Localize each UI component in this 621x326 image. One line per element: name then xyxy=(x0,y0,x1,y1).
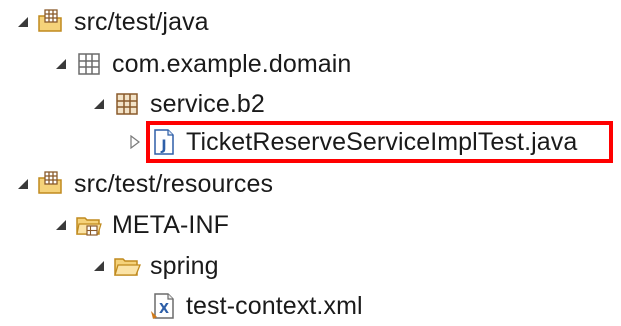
package-icon xyxy=(74,49,104,79)
tree-item-com-example-domain[interactable]: com.example.domain xyxy=(52,44,351,84)
tree-item-label: TicketReserveServiceImplTest.java xyxy=(186,128,578,156)
tree-item-label: src/test/java xyxy=(74,8,209,36)
tree-item-label: test-context.xml xyxy=(186,292,363,320)
package-icon xyxy=(112,89,142,119)
tree-item-label: service.b2 xyxy=(150,90,265,118)
tree-item-label: src/test/resources xyxy=(74,170,274,198)
xml-file-icon: X xyxy=(148,291,178,321)
expanded-arrow-icon[interactable] xyxy=(90,95,108,113)
tree-item-service-b2[interactable]: service.b2 xyxy=(90,84,265,124)
package-folder-icon xyxy=(36,169,66,199)
folder-icon xyxy=(74,210,104,240)
java-file-icon: J xyxy=(148,127,178,157)
folder-open-icon xyxy=(112,251,142,281)
expanded-arrow-icon[interactable] xyxy=(90,257,108,275)
package-folder-icon xyxy=(36,7,66,37)
tree-item-ticket-reserve-service-impl-test[interactable]: J TicketReserveServiceImplTest.java xyxy=(126,122,577,162)
tree-item-src-test-java[interactable]: src/test/java xyxy=(14,2,209,42)
expanded-arrow-icon[interactable] xyxy=(52,216,70,234)
expanded-arrow-icon[interactable] xyxy=(14,13,32,31)
tree-item-label: spring xyxy=(150,252,219,280)
project-explorer-tree: src/test/java com.example.domain service… xyxy=(0,0,621,322)
svg-text:J: J xyxy=(160,138,166,154)
tree-item-src-test-resources[interactable]: src/test/resources xyxy=(14,164,273,204)
expanded-arrow-icon[interactable] xyxy=(14,175,32,193)
tree-item-spring[interactable]: spring xyxy=(90,246,219,286)
svg-text:X: X xyxy=(159,302,169,317)
collapsed-arrow-icon[interactable] xyxy=(126,133,144,151)
tree-item-test-context-xml[interactable]: X test-context.xml xyxy=(126,286,363,326)
expanded-arrow-icon[interactable] xyxy=(52,55,70,73)
tree-item-label: META-INF xyxy=(112,211,229,239)
tree-item-meta-inf[interactable]: META-INF xyxy=(52,205,229,245)
tree-item-label: com.example.domain xyxy=(112,50,352,78)
